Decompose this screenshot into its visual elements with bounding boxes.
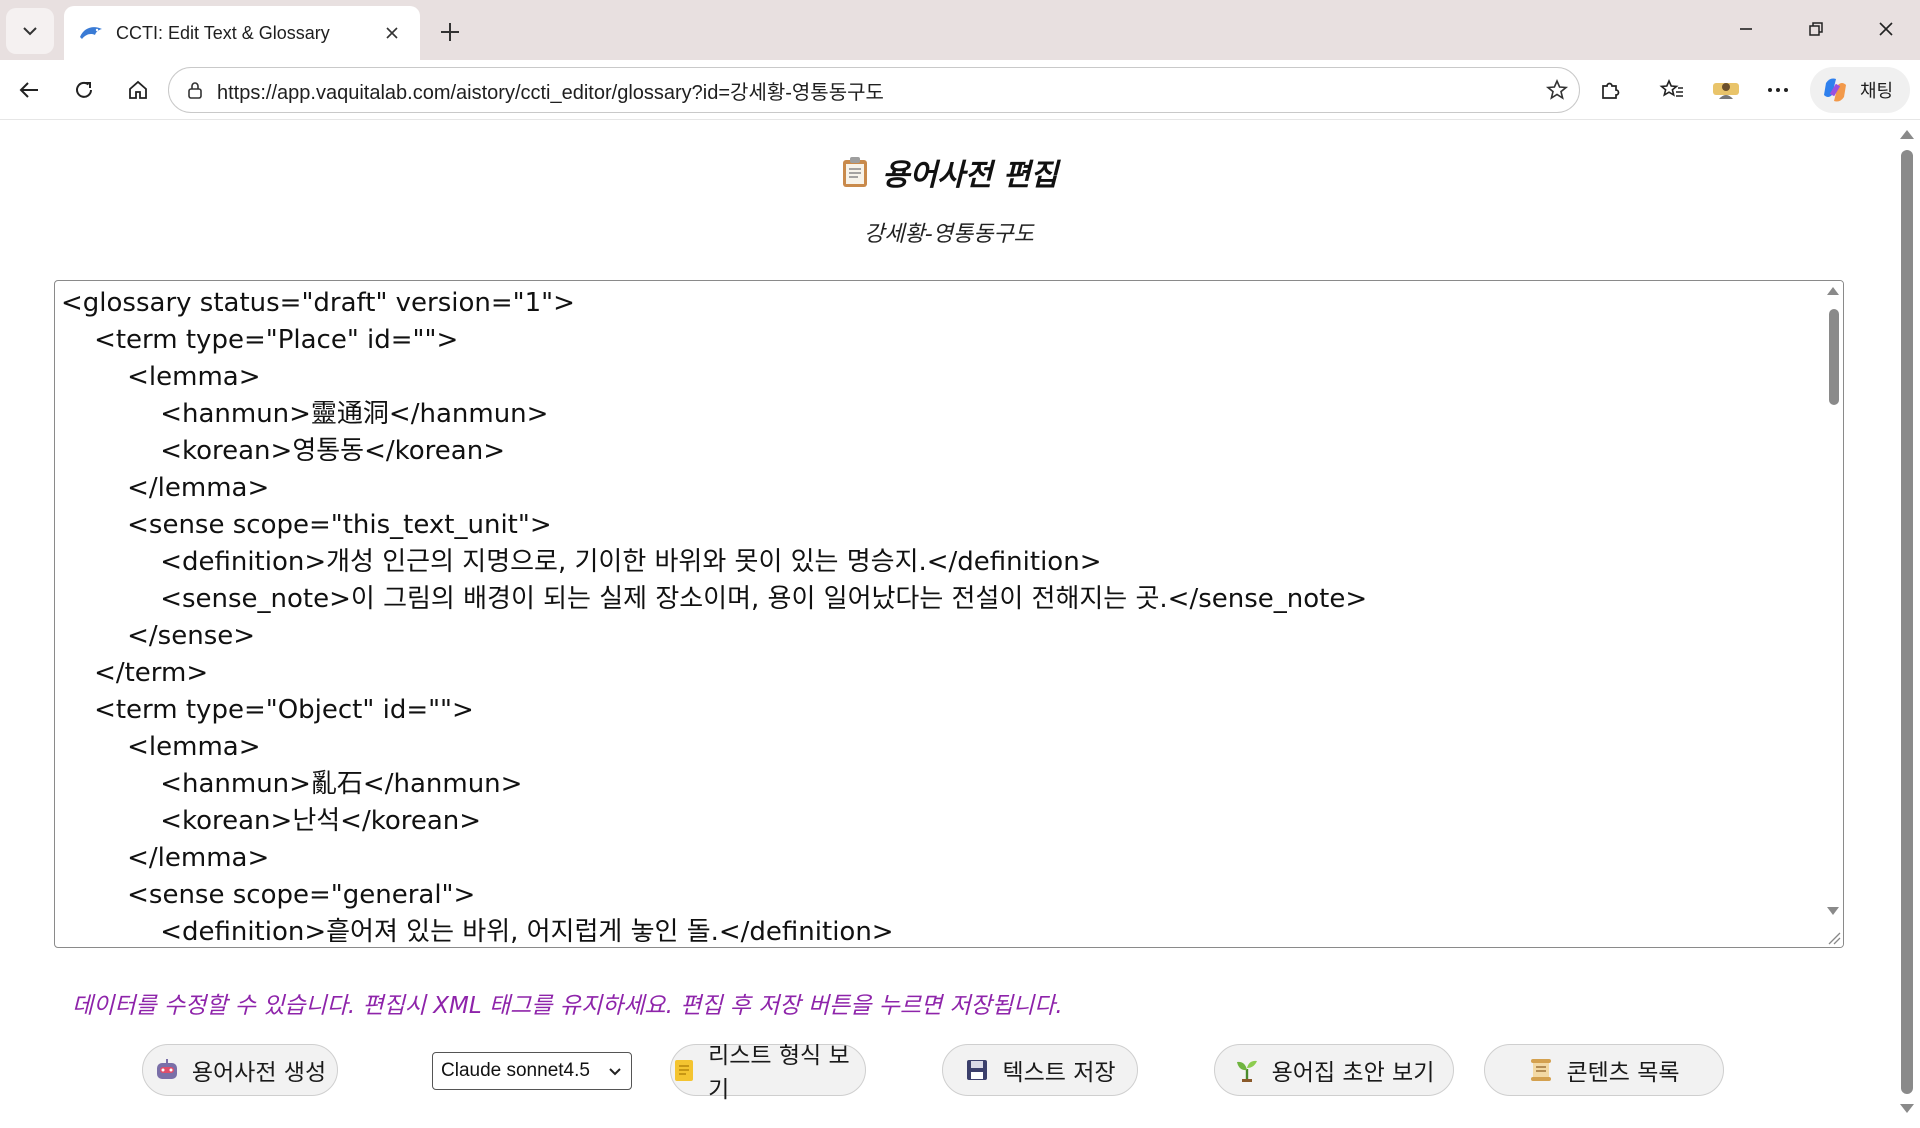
page-scroll-up-icon[interactable]	[1900, 130, 1914, 139]
copilot-label: 채팅	[1860, 81, 1894, 102]
list-view-label: 리스트 형식 보기	[708, 1043, 850, 1103]
tab-title: CCTI: Edit Text & Glossary	[116, 22, 330, 43]
active-tab[interactable]: CCTI: Edit Text & Glossary	[64, 6, 420, 60]
seedling-icon	[1234, 1057, 1260, 1083]
page-title-text: 용어사전 편집	[881, 158, 1059, 193]
avatar-icon	[1713, 83, 1739, 99]
profile-button[interactable]	[1704, 70, 1748, 110]
list-view-button[interactable]: 리스트 형식 보기	[670, 1043, 866, 1103]
restore-button[interactable]	[1786, 6, 1846, 52]
home-icon	[129, 80, 147, 99]
puzzle-icon	[1602, 82, 1620, 99]
save-text-label: 텍스트 저장	[1002, 1060, 1116, 1086]
model-select[interactable]: Claude sonnet4.5	[432, 1052, 632, 1090]
copilot-icon	[1824, 78, 1846, 102]
page-content: 용어사전 편집 강세황-영통동구도 <glossary status="draf…	[6, 120, 1892, 1124]
page-scrollbar[interactable]	[1892, 120, 1920, 1128]
refresh-button[interactable]	[62, 70, 106, 110]
notepad-icon	[671, 1057, 696, 1083]
back-arrow-icon	[19, 82, 38, 98]
draft-view-label: 용어집 초안 보기	[1271, 1060, 1435, 1086]
editor-scroll-thumb[interactable]	[1829, 309, 1839, 405]
extensions-button[interactable]	[1588, 70, 1632, 110]
refresh-icon	[76, 81, 92, 98]
url-text[interactable]: https://app.vaquitalab.com/aistory/ccti_…	[217, 76, 1535, 105]
browser-toolbar: https://app.vaquitalab.com/aistory/ccti_…	[0, 60, 1920, 120]
generate-glossary-button[interactable]: 용어사전 생성	[142, 1044, 338, 1096]
page-scroll-down-icon[interactable]	[1900, 1104, 1914, 1113]
more-button[interactable]	[1756, 70, 1800, 110]
restore-icon	[1809, 22, 1823, 36]
chevron-down-icon	[609, 1068, 621, 1076]
minimize-icon	[1740, 28, 1752, 30]
glossary-xml-text[interactable]: <glossary status="draft" version="1"> <t…	[61, 285, 1811, 945]
dolphin-icon	[78, 22, 104, 44]
close-icon[interactable]	[378, 19, 406, 47]
page-title: 용어사전 편집	[6, 150, 1892, 194]
tab-actions-button[interactable]	[6, 8, 54, 54]
save-text-button[interactable]: 텍스트 저장	[942, 1044, 1138, 1096]
chevron-down-icon	[23, 27, 37, 36]
more-icon	[1768, 88, 1788, 92]
close-icon	[1879, 22, 1893, 36]
scroll-down-icon[interactable]	[1827, 907, 1839, 915]
favorites-button[interactable]	[1650, 70, 1694, 110]
glossary-xml-editor[interactable]: <glossary status="draft" version="1"> <t…	[54, 280, 1844, 948]
copilot-chat-button[interactable]: 채팅	[1810, 67, 1910, 113]
contents-list-button[interactable]: 콘텐츠 목록	[1484, 1044, 1724, 1096]
new-tab-button[interactable]	[430, 12, 470, 52]
floppy-disk-icon	[964, 1057, 990, 1083]
contents-list-label: 콘텐츠 목록	[1566, 1060, 1680, 1086]
resize-grip-icon[interactable]	[1825, 929, 1841, 945]
back-button[interactable]	[8, 70, 52, 110]
address-bar[interactable]: https://app.vaquitalab.com/aistory/ccti_…	[168, 67, 1580, 113]
scroll-icon	[1528, 1057, 1554, 1083]
plus-icon	[441, 23, 459, 41]
clipboard-icon	[840, 156, 870, 188]
draft-view-button[interactable]: 용어집 초안 보기	[1214, 1044, 1454, 1096]
scroll-up-icon[interactable]	[1827, 287, 1839, 295]
close-window-button[interactable]	[1856, 6, 1916, 52]
lock-icon[interactable]	[185, 80, 205, 100]
generate-glossary-label: 용어사전 생성	[191, 1060, 327, 1086]
model-select-value: Claude sonnet4.5	[441, 1060, 590, 1081]
minimize-button[interactable]	[1716, 6, 1776, 52]
page-scroll-thumb[interactable]	[1901, 150, 1913, 1094]
star-icon[interactable]	[1535, 70, 1579, 110]
favorites-icon	[1659, 79, 1683, 97]
edit-hint-text: 데이터를 수정할 수 있습니다. 편집시 XML 태그를 유지하세요. 편집 후…	[72, 993, 1063, 1019]
editor-scrollbar[interactable]	[1823, 281, 1843, 947]
page-subtitle: 강세황-영통동구도	[864, 222, 1034, 247]
tab-bar: CCTI: Edit Text & Glossary	[0, 0, 1920, 60]
robot-icon	[154, 1057, 180, 1083]
home-button[interactable]	[116, 70, 160, 110]
